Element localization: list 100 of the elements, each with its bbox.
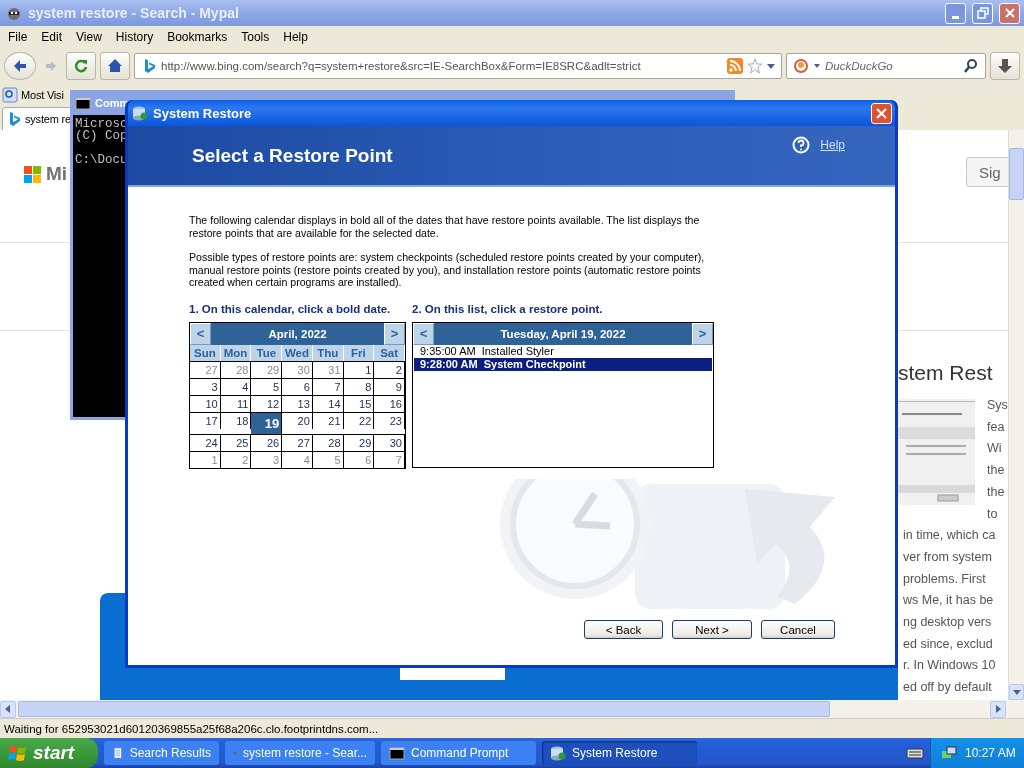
document-icon	[112, 745, 124, 761]
keyboard-icon	[906, 746, 924, 760]
calendar-day[interactable]: 19	[251, 411, 283, 434]
article-text: to	[987, 505, 998, 523]
instruction-text: Possible types of restore points are: system checkpoints (scheduled restore points created by your computer), manual restore points (restore points created by you), and installation restore points (automatic restore points created when certain programs are installed).	[189, 251, 706, 289]
sign-in-button[interactable]: Sig	[966, 157, 1008, 187]
instruction-text: The following calendar displays in bold all of the dates that have restore points available. The list displays the restore points that are available for the selected date.	[189, 214, 701, 239]
calendar-day[interactable]: 24	[190, 433, 221, 451]
calendar-day[interactable]: 28	[312, 433, 344, 451]
article-heading: stem Rest	[898, 361, 993, 385]
article-text: the	[987, 462, 1005, 480]
clock-text: 10:27 AM	[965, 746, 1016, 760]
start-button[interactable]: start	[0, 738, 98, 768]
close-icon	[1004, 8, 1015, 18]
step-label: 1. On this calendar, click a bold date.	[189, 302, 392, 315]
taskbar-button[interactable]: system restore - Sear...	[225, 741, 375, 765]
star-icon	[747, 57, 763, 74]
article-text: ed off by default	[903, 679, 992, 697]
download-button[interactable]	[990, 51, 1020, 80]
back-button[interactable]	[4, 51, 36, 80]
vertical-scrollbar[interactable]	[1008, 130, 1024, 700]
left-caret-icon	[4, 705, 12, 713]
article-text: problems. First	[903, 570, 986, 588]
close-button[interactable]	[871, 102, 892, 124]
windows-logo-icon	[24, 165, 41, 183]
status-text: Waiting for 652953021d60120369855a25f68a206c.clo.footprintdns.com...	[4, 722, 379, 735]
calendar-day[interactable]: 30	[374, 433, 405, 451]
home-button[interactable]	[100, 51, 130, 80]
scroll-thumb[interactable]	[1009, 148, 1024, 200]
horizontal-scrollbar[interactable]	[0, 700, 1024, 718]
article-text: the	[987, 483, 1005, 501]
bookmark-icon	[2, 87, 18, 103]
menu-item[interactable]: Help	[277, 29, 314, 44]
logo-text: Mi	[46, 163, 68, 185]
scroll-thumb[interactable]	[18, 701, 830, 717]
rss-icon	[727, 57, 743, 74]
network-icon	[941, 745, 957, 761]
down-caret-icon	[1012, 688, 1021, 696]
console-icon	[75, 94, 91, 111]
scroll-down-button[interactable]	[1009, 684, 1024, 700]
reload-icon	[73, 57, 89, 74]
month-title: April, 2022	[267, 327, 328, 340]
close-icon	[876, 107, 887, 119]
back-button[interactable]: < Back	[584, 620, 663, 639]
menu-item[interactable]: View	[70, 29, 108, 44]
window-title: system restore - Search - Mypal	[28, 5, 240, 21]
help-link[interactable]: Help	[792, 136, 845, 154]
bookmark-item[interactable]: Most Visi	[21, 89, 64, 101]
article-text: ng desktop vers	[903, 614, 992, 632]
date-title: Tuesday, April 19, 2022	[499, 327, 627, 340]
caret-icon	[767, 61, 775, 70]
minimize-icon	[952, 15, 959, 19]
minimize-button[interactable]	[945, 2, 966, 24]
article-text: ver from system	[903, 548, 992, 566]
forward-arrow-icon	[45, 59, 57, 72]
menu-item[interactable]: Tools	[235, 29, 276, 44]
search-bar[interactable]: DuckDuckGo	[786, 52, 986, 79]
windows-flag-icon	[8, 743, 28, 763]
reload-button[interactable]	[66, 51, 96, 80]
menu-item[interactable]: Edit	[35, 29, 69, 44]
restore-button[interactable]	[972, 2, 993, 24]
next-button[interactable]: Next >	[672, 620, 752, 639]
article-text: Wi	[987, 440, 1002, 458]
restore-point-item[interactable]: 9:35:00 AM Installed Styler	[414, 344, 712, 358]
article-text: r. In Windows 10	[903, 657, 996, 675]
taskbar-button[interactable]: Search Results	[104, 741, 219, 765]
search-field[interactable]: DuckDuckGo	[825, 59, 959, 72]
article-text: in time, which ca	[903, 527, 996, 545]
help-icon	[792, 136, 811, 154]
calendar-day[interactable]: 27	[282, 433, 313, 451]
cancel-button[interactable]: Cancel	[761, 620, 835, 639]
scroll-left-button[interactable]	[0, 700, 16, 718]
article-text: ed since, exclud	[903, 635, 993, 653]
right-caret-icon	[994, 705, 1002, 713]
close-button[interactable]	[999, 2, 1020, 24]
previous-day-button[interactable]: <	[413, 322, 434, 345]
restore-icon	[550, 745, 566, 761]
caret-icon	[813, 61, 821, 70]
search-icon	[963, 57, 979, 74]
previous-month-button[interactable]: <	[190, 322, 211, 345]
step-label: 2. On this list, click a restore point.	[412, 302, 604, 315]
article-text: ws Me, it has be	[903, 592, 994, 610]
next-month-button[interactable]: >	[384, 322, 405, 345]
address-bar[interactable]: http://www.bing.com/search?q=system+restore&src=IE-SearchBox&Form=IE8SRC&adlt=strict	[134, 52, 782, 79]
taskbar-button[interactable]: Command Prompt	[381, 741, 536, 765]
restore-icon	[132, 105, 148, 121]
menu-item[interactable]: Bookmarks	[161, 29, 234, 44]
restore-point-item[interactable]: 9:28:00 AM System Checkpoint	[414, 357, 712, 371]
taskbar-button[interactable]: System Restore	[542, 741, 697, 765]
article-text: fea	[987, 418, 1005, 436]
menu-item[interactable]: History	[109, 29, 160, 44]
scroll-right-button[interactable]	[990, 700, 1006, 718]
down-arrow-icon	[997, 57, 1013, 74]
calendar-day[interactable]: 29	[343, 433, 375, 451]
next-day-button[interactable]: >	[692, 322, 713, 345]
url-field[interactable]: http://www.bing.com/search?q=system+restore&src=IE-SearchBox&Form=IE8SRC&adlt=strict	[161, 59, 723, 72]
menu-item[interactable]: File	[2, 29, 34, 44]
article-text: Sys	[987, 397, 1008, 414]
console-text: Microsc	[75, 118, 128, 130]
calendar-day[interactable]: 25	[220, 433, 252, 451]
